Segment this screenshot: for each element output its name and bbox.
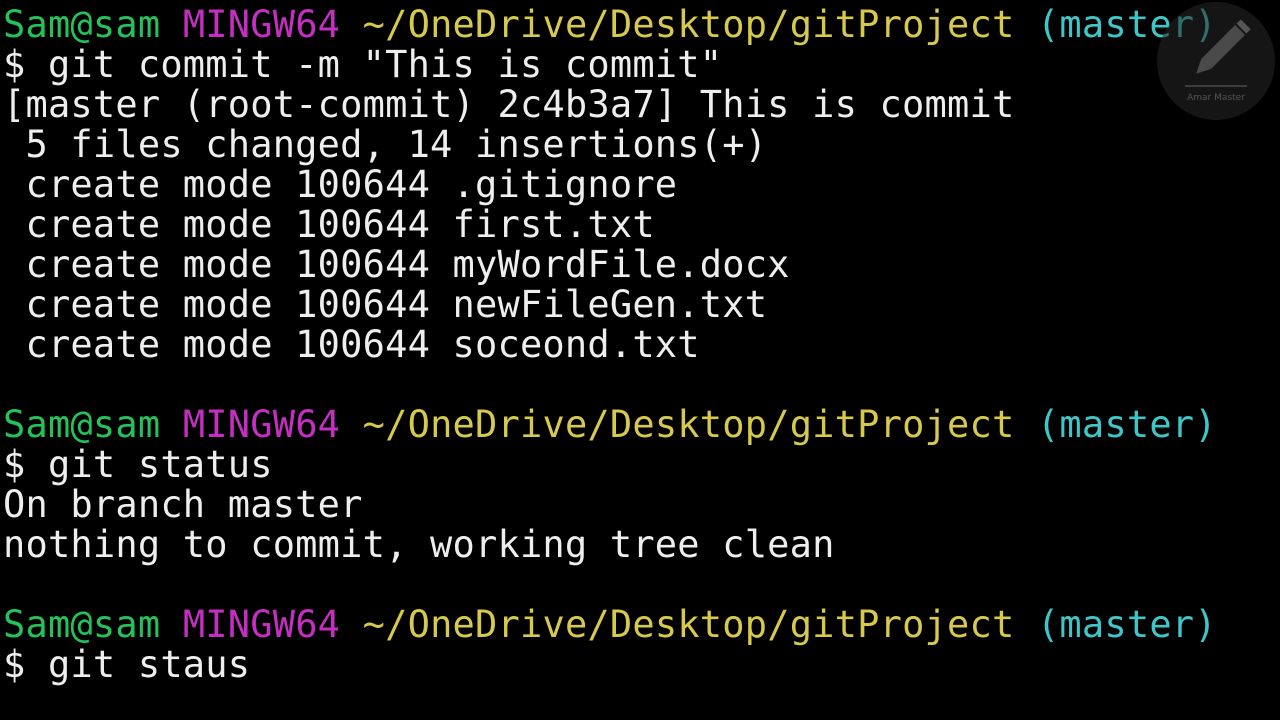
output-line: nothing to commit, working tree clean	[3, 523, 835, 566]
prompt-user: Sam@sam	[3, 3, 161, 46]
output-line: create mode 100644 newFileGen.txt	[3, 283, 768, 326]
channel-watermark: Amar Master	[1157, 2, 1275, 120]
terminal-window[interactable]: Sam@sam MINGW64 ~/OneDrive/Desktop/gitPr…	[0, 0, 1280, 720]
output-line: [master (root-commit) 2c4b3a7] This is c…	[3, 83, 1015, 126]
prompt-user: Sam@sam	[3, 403, 161, 446]
command-line: $ git commit -m "This is commit"	[3, 43, 723, 86]
prompt-branch: (master)	[1036, 403, 1217, 446]
output-line: create mode 100644 .gitignore	[3, 163, 678, 206]
prompt-line: Sam@sam MINGW64 ~/OneDrive/Desktop/gitPr…	[3, 5, 1217, 45]
watermark-text: Amar Master	[1187, 93, 1245, 103]
output-line: create mode 100644 first.txt	[3, 203, 655, 246]
output-line: create mode 100644 myWordFile.docx	[3, 243, 790, 286]
output-line: create mode 100644 soceond.txt	[3, 323, 700, 366]
pencil-icon: Amar Master	[1185, 19, 1251, 103]
output-line: On branch master	[3, 483, 363, 526]
command-line: $ git status	[3, 443, 273, 486]
prompt-host: MINGW64	[182, 3, 341, 46]
prompt-branch: (master)	[1036, 603, 1217, 646]
prompt-line: Sam@sam MINGW64 ~/OneDrive/Desktop/gitPr…	[3, 605, 1217, 645]
prompt-path: ~/OneDrive/Desktop/gitProject	[362, 3, 1015, 46]
prompt-path: ~/OneDrive/Desktop/gitProject	[362, 403, 1015, 446]
terminal-output: Sam@sam MINGW64 ~/OneDrive/Desktop/gitPr…	[3, 5, 1217, 685]
output-line: 5 files changed, 14 insertions(+)	[3, 123, 768, 166]
prompt-host: MINGW64	[182, 603, 341, 646]
prompt-path: ~/OneDrive/Desktop/gitProject	[362, 603, 1015, 646]
prompt-line: Sam@sam MINGW64 ~/OneDrive/Desktop/gitPr…	[3, 405, 1217, 445]
prompt-host: MINGW64	[182, 403, 341, 446]
command-line[interactable]: $ git staus	[3, 645, 1217, 685]
prompt-user: Sam@sam	[3, 603, 161, 646]
